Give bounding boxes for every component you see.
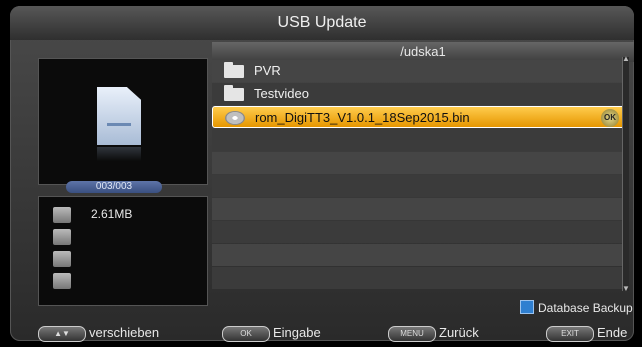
hint-label: verschieben: [89, 325, 160, 340]
hint-back: MENU Zurück: [388, 325, 479, 342]
disc-icon: [225, 111, 245, 125]
list-item-testvideo[interactable]: Testvideo: [212, 83, 628, 105]
folder-icon: [224, 62, 244, 78]
hint-move: ▲▼ verschieben: [38, 325, 159, 342]
list-item-firmware-file[interactable]: rom_DigiTT3_V1.0.1_18Sep2015.bin OK: [212, 106, 628, 128]
list-item-label: Testvideo: [254, 86, 309, 101]
list-item-empty: [212, 198, 628, 220]
ok-key-icon: OK: [222, 325, 270, 342]
hint-label: Eingabe: [273, 325, 321, 340]
list-item-empty: [212, 244, 628, 266]
list-item-label: PVR: [254, 63, 281, 78]
current-path: /udska1: [212, 42, 634, 62]
settings-icon: [53, 273, 71, 289]
list-item-empty: [212, 175, 628, 197]
scroll-up-icon: ▲: [622, 54, 630, 63]
hint-label: Zurück: [439, 325, 479, 340]
file-counter: 003/003: [66, 181, 162, 193]
list-item-label: rom_DigiTT3_V1.0.1_18Sep2015.bin: [255, 110, 470, 125]
ok-badge-icon: OK: [601, 109, 619, 127]
scrollbar[interactable]: ▲ ▼: [622, 54, 630, 293]
storage-icon: [53, 207, 71, 223]
user-icon: [53, 229, 71, 245]
file-size: 2.61MB: [91, 207, 133, 221]
file-icon-reflection: [97, 147, 141, 161]
database-backup-label: Database Backup: [538, 301, 633, 315]
list-item-empty: [212, 267, 628, 289]
list-item-empty: [212, 129, 628, 151]
exit-key-icon: EXIT: [546, 325, 594, 342]
preview-panel: [38, 58, 208, 185]
list-item-empty: [212, 221, 628, 243]
window-title: USB Update: [10, 6, 634, 40]
folder-icon: [224, 85, 244, 101]
file-icon: [97, 87, 141, 145]
scroll-down-icon: ▼: [622, 284, 630, 293]
document-icon: [53, 251, 71, 267]
hint-label: Ende: [597, 325, 628, 340]
list-item-pvr[interactable]: PVR: [212, 60, 628, 82]
menu-key-icon: MENU: [388, 325, 436, 342]
info-panel: 2.61MB: [38, 196, 208, 306]
arrow-keys-icon: ▲▼: [38, 325, 86, 342]
hint-exit: EXIT Ende: [546, 325, 627, 342]
hint-enter: OK Eingabe: [222, 325, 321, 342]
checkbox-icon: [520, 300, 534, 314]
list-item-empty: [212, 152, 628, 174]
database-backup-option[interactable]: Database Backup: [520, 300, 633, 315]
footer-key-hints: ▲▼ verschieben OK Eingabe MENU Zurück EXIT E…: [0, 318, 642, 347]
